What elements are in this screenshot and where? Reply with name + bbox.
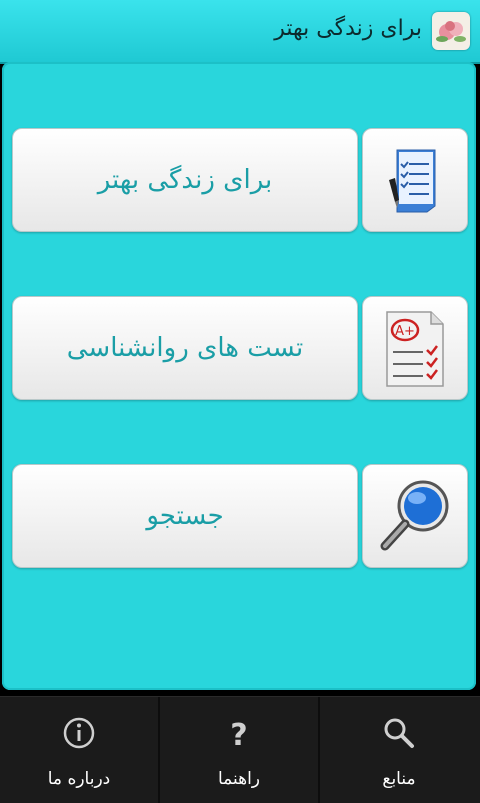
main-panel: برای زندگی بهتر تست های روانشناسی A+ جست… [2, 62, 476, 690]
checklist-pen-icon[interactable] [362, 128, 468, 232]
test-grade-icon[interactable]: A+ [362, 296, 468, 400]
nav-about-label: درباره ما [47, 769, 111, 789]
info-icon [63, 717, 95, 749]
psych-tests-button[interactable]: تست های روانشناسی [12, 296, 358, 400]
menu-row-psych-tests: تست های روانشناسی A+ [12, 296, 468, 400]
nav-help-label: راهنما [217, 769, 261, 789]
bottom-nav: درباره ما ? راهنما منابع [0, 696, 480, 803]
svg-text:A+: A+ [395, 324, 415, 339]
app-logo-icon [432, 12, 470, 50]
magnifier-icon[interactable] [362, 464, 468, 568]
search-icon [384, 718, 414, 748]
nav-sources-tab[interactable]: منابع [320, 697, 478, 803]
menu-row-search: جستجو [12, 464, 468, 568]
search-label: جستجو [146, 501, 224, 531]
question-icon: ? [230, 718, 247, 753]
svg-text:?: ? [230, 718, 247, 751]
better-life-button[interactable]: برای زندگی بهتر [12, 128, 358, 232]
nav-help-tab[interactable]: ? راهنما [160, 697, 318, 803]
app-title: برای زندگی بهتر [274, 16, 422, 41]
nav-about-tab[interactable]: درباره ما [0, 697, 158, 803]
app-title-bar: برای زندگی بهتر [0, 0, 480, 64]
nav-sources-label: منابع [382, 769, 416, 789]
search-button[interactable]: جستجو [12, 464, 358, 568]
psych-tests-label: تست های روانشناسی [66, 333, 304, 363]
menu-row-better-life: برای زندگی بهتر [12, 128, 468, 232]
better-life-label: برای زندگی بهتر [97, 165, 273, 195]
